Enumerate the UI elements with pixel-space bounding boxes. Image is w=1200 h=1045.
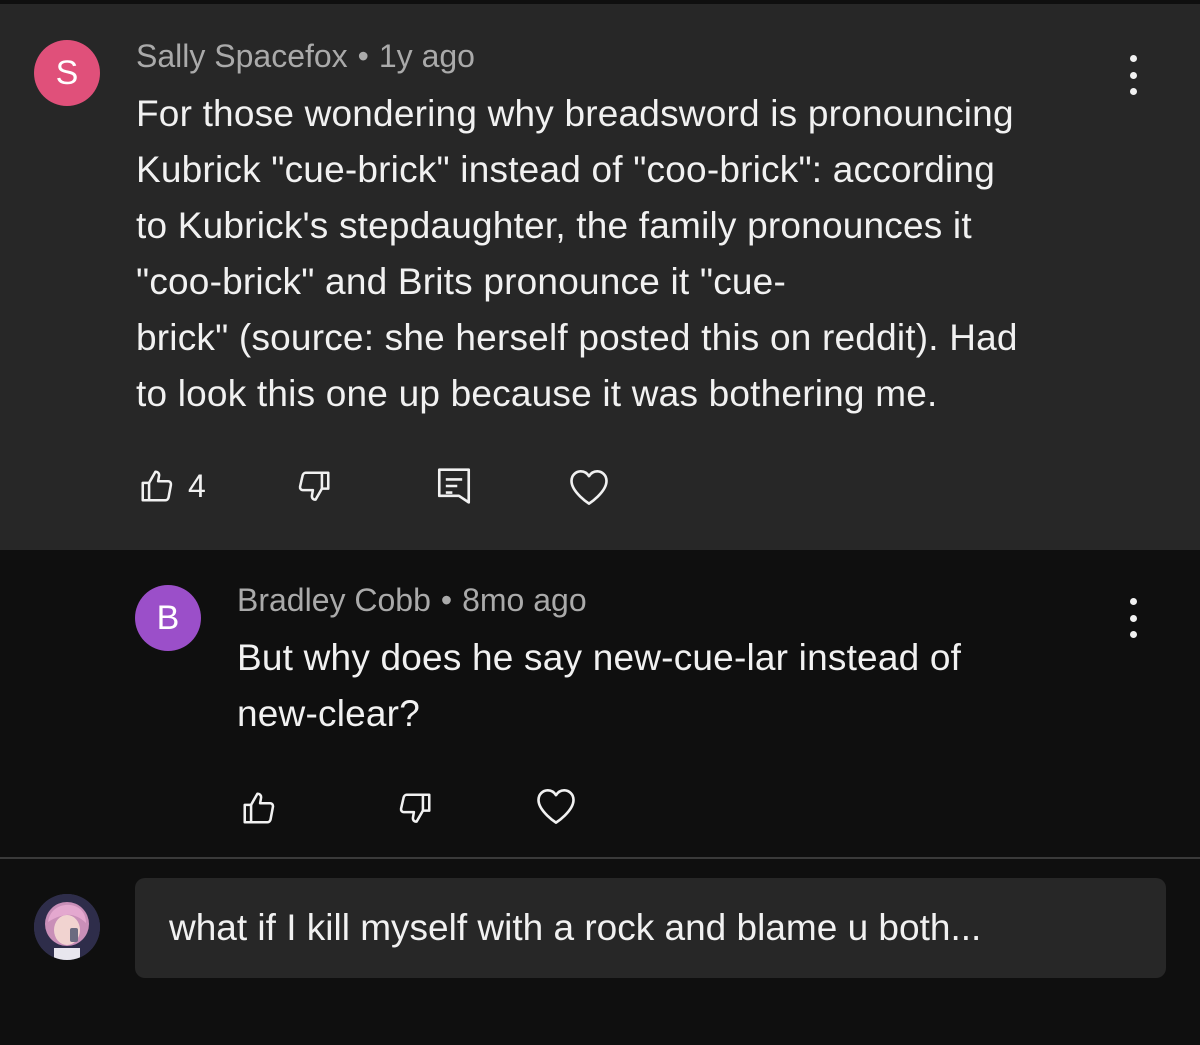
like-button[interactable] (240, 788, 278, 828)
more-vert-icon[interactable] (1118, 598, 1148, 638)
like-button[interactable]: 4 (138, 466, 206, 506)
author-name[interactable]: Sally Spacefox (136, 38, 348, 74)
reply-input-value: what if I kill myself with a rock and bl… (169, 907, 982, 948)
reply-input[interactable]: what if I kill myself with a rock and bl… (135, 878, 1166, 978)
thumbs-down-icon (298, 471, 330, 501)
thumbs-down-icon (399, 793, 431, 823)
comment-line: "coo-brick" and Brits pronounce it "cue- (136, 261, 786, 302)
comment-line: to Kubrick's stepdaughter, the family pr… (136, 205, 972, 246)
avatar-letter: S (55, 53, 79, 92)
heart-button[interactable] (568, 467, 610, 507)
comment-line: brick" (source: she herself posted this … (136, 317, 1018, 358)
meta-separator: • (357, 38, 369, 74)
reply-line: But why does he say new-cue-lar instead … (237, 637, 962, 678)
meta-separator: • (440, 582, 453, 618)
comment-line: For those wondering why breadsword is pr… (136, 93, 1014, 134)
avatar[interactable]: S (34, 40, 100, 106)
user-avatar[interactable] (34, 894, 100, 960)
comment-line: Kubrick "cue-brick" instead of "coo-bric… (136, 149, 995, 190)
dislike-button[interactable] (295, 468, 333, 506)
avatar-letter: B (156, 598, 180, 637)
heart-icon (537, 788, 575, 824)
timestamp: 1y ago (378, 38, 475, 74)
reply-composer: what if I kill myself with a rock and bl… (0, 859, 1200, 1045)
thumbs-up-icon (141, 470, 173, 502)
reply-button[interactable] (436, 466, 472, 506)
reply-card: B Bradley Cobb • 8mo ago But why does he s… (0, 550, 1200, 858)
comment-text: For those wondering why breadsword is pr… (136, 86, 1136, 422)
thumbs-up-icon (243, 792, 275, 824)
heart-icon (570, 469, 608, 505)
like-count: 4 (188, 467, 206, 504)
reply-line: new-clear? (237, 693, 420, 734)
author-name[interactable]: Bradley Cobb (237, 582, 431, 618)
avatar[interactable]: B (135, 585, 201, 651)
reply-icon (437, 468, 471, 504)
reply-text: But why does he say new-cue-lar instead … (237, 630, 1097, 742)
comment-meta: Sally Spacefox • 1y ago (136, 38, 475, 75)
dislike-button[interactable] (396, 790, 434, 828)
timestamp: 8mo ago (462, 582, 587, 618)
reply-meta: Bradley Cobb • 8mo ago (237, 582, 587, 619)
heart-button[interactable] (535, 786, 577, 826)
comment-line: to look this one up because it was bothe… (136, 373, 938, 414)
comment-card: S Sally Spacefox • 1y ago For those wonder… (0, 0, 1200, 550)
